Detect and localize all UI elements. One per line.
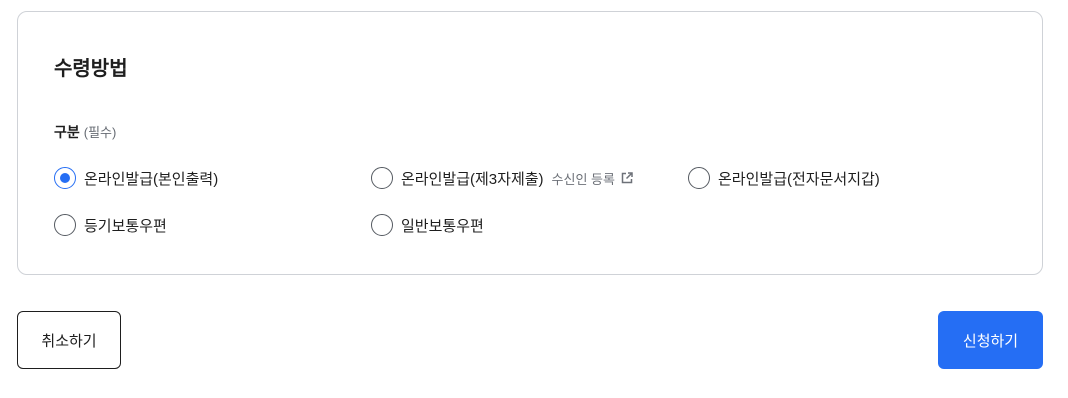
cancel-button[interactable]: 취소하기 xyxy=(17,311,121,369)
radio-button[interactable] xyxy=(371,167,393,189)
recipient-register-link[interactable]: 수신인 등록 xyxy=(552,169,634,188)
recipient-register-link-text: 수신인 등록 xyxy=(551,171,615,187)
radio-option-online-self-print[interactable]: 온라인발급(본인출력) xyxy=(54,166,218,190)
field-label: 구분 (필수) xyxy=(54,122,116,142)
radio-label: 온라인발급(전자문서지갑) xyxy=(718,170,880,188)
section-title: 수령방법 xyxy=(54,58,128,80)
radio-label: 등기보통우편 xyxy=(84,217,167,235)
radio-button[interactable] xyxy=(371,214,393,236)
submit-button[interactable]: 신청하기 xyxy=(938,311,1043,369)
radio-option-registered-mail[interactable]: 등기보통우편 xyxy=(54,213,167,237)
required-marker: (필수) xyxy=(83,125,117,140)
radio-label: 일반보통우편 xyxy=(401,217,484,235)
radio-label: 온라인발급(본인출력) xyxy=(84,170,219,188)
external-link-icon xyxy=(621,172,633,184)
radio-option-online-third-party[interactable]: 온라인발급(제3자제출) 수신인 등록 xyxy=(371,166,634,190)
radio-option-online-digital-wallet[interactable]: 온라인발급(전자문서지갑) xyxy=(688,166,880,190)
radio-button[interactable] xyxy=(688,167,710,189)
radio-button[interactable] xyxy=(54,214,76,236)
receipt-method-card: 수령방법 구분 (필수) 온라인발급(본인출력) 온라인발급(제3자제출) 수신인… xyxy=(17,11,1043,275)
radio-label: 온라인발급(제3자제출) xyxy=(401,170,544,188)
field-label-text: 구분 xyxy=(54,124,80,140)
radio-button-checked[interactable] xyxy=(54,167,76,189)
radio-option-regular-mail[interactable]: 일반보통우편 xyxy=(371,213,484,237)
page: 수령방법 구분 (필수) 온라인발급(본인출력) 온라인발급(제3자제출) 수신인… xyxy=(0,0,1068,398)
